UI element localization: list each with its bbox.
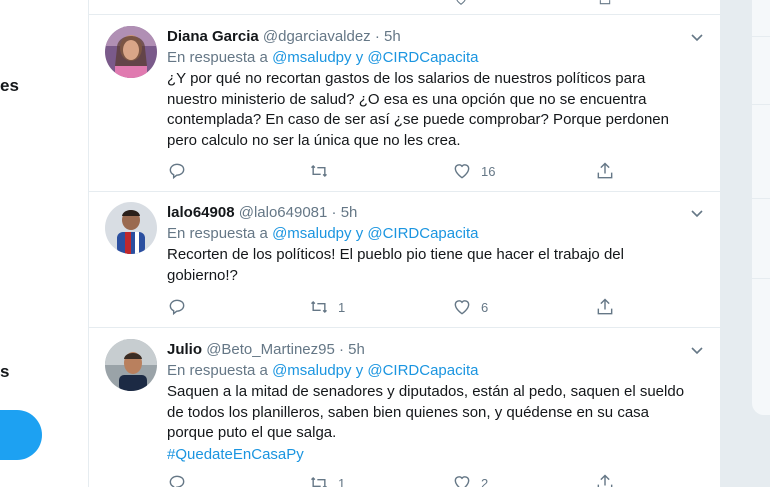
- tweet-text: Recorten de los políticos! El pueblo pio…: [167, 246, 624, 284]
- separator: ·: [331, 204, 337, 221]
- author-handle[interactable]: @lalo649081: [239, 204, 328, 221]
- share-icon: [597, 298, 613, 315]
- card-divider: [752, 278, 770, 279]
- tweet[interactable]: Diana Garcia @dgarciavaldez · 5h En resp…: [89, 14, 721, 192]
- mention-link[interactable]: @msaludpy: [272, 362, 351, 379]
- retweet-button[interactable]: 1: [309, 473, 345, 487]
- retweet-icon: [310, 164, 328, 178]
- timestamp[interactable]: 5h: [341, 204, 358, 221]
- reply-context: En respuesta a @msaludpy y @CIRDCapacita: [167, 224, 697, 244]
- retweet-count: 1: [338, 299, 346, 315]
- avatar[interactable]: [105, 26, 157, 78]
- reply-and: y: [355, 362, 364, 379]
- mention-link[interactable]: @msaludpy: [272, 49, 351, 66]
- reply-timeline: Diana Garcia @dgarciavaldez · 5h En resp…: [88, 0, 722, 487]
- reply-icon: [169, 475, 185, 487]
- tweet-header: Diana Garcia @dgarciavaldez · 5h: [167, 27, 697, 47]
- tweet[interactable]: Julio @Beto_Martinez95 · 5h En respuesta…: [89, 328, 721, 487]
- reply-icon: [169, 163, 185, 180]
- reply-prefix: En respuesta a: [167, 225, 268, 242]
- chevron-down-icon[interactable]: [689, 29, 705, 45]
- card-divider: [752, 198, 770, 199]
- retweet-button[interactable]: 1: [309, 297, 345, 317]
- avatar[interactable]: [105, 339, 157, 391]
- author-name[interactable]: Diana Garcia: [167, 28, 259, 45]
- retweet-icon: [310, 300, 328, 314]
- tweet-actions: 1 6: [167, 297, 627, 319]
- nav-item-label-fragment[interactable]: s: [0, 362, 9, 382]
- retweet-count: 1: [338, 475, 346, 487]
- reply-button[interactable]: [167, 473, 196, 487]
- reply-icon: [169, 299, 185, 316]
- reply-button[interactable]: [167, 161, 196, 181]
- author-handle[interactable]: @dgarciavaldez: [263, 28, 371, 45]
- card-divider: [752, 104, 770, 105]
- separator: ·: [339, 341, 344, 358]
- trends-card: [752, 0, 770, 415]
- author-name[interactable]: lalo64908: [167, 204, 235, 221]
- left-navigation: es s: [0, 0, 88, 487]
- reply-button[interactable]: [167, 297, 196, 317]
- author-name[interactable]: Julio: [167, 341, 202, 358]
- like-count: 6: [481, 299, 489, 315]
- retweet-icon: [310, 476, 328, 487]
- reply-and: y: [355, 49, 364, 66]
- tweet-actions: 1 2: [167, 473, 627, 487]
- chevron-down-icon[interactable]: [689, 205, 705, 221]
- like-count: 2: [481, 475, 489, 487]
- tweet-actions: 16: [167, 161, 627, 183]
- tweet[interactable]: lalo64908 @lalo649081 · 5h En respuesta …: [89, 191, 721, 328]
- like-count: 16: [481, 163, 496, 179]
- author-handle[interactable]: @Beto_Martinez95: [206, 341, 335, 358]
- reply-context: En respuesta a @msaludpy y @CIRDCapacita: [167, 48, 697, 68]
- share-button[interactable]: [595, 297, 615, 317]
- separator: ·: [374, 28, 380, 45]
- share-button[interactable]: [595, 161, 615, 181]
- heart-icon: [454, 164, 470, 179]
- share-button[interactable]: [595, 473, 615, 487]
- timestamp[interactable]: 5h: [384, 28, 401, 45]
- retweet-button[interactable]: [309, 161, 338, 181]
- right-sidebar: [720, 0, 770, 487]
- reply-and: y: [355, 225, 364, 242]
- hashtag-link[interactable]: #QuedateEnCasaPy: [167, 445, 697, 466]
- reply-prefix: En respuesta a: [167, 49, 268, 66]
- share-icon: [597, 162, 613, 179]
- mention-link[interactable]: @CIRDCapacita: [367, 225, 478, 242]
- heart-icon: [454, 300, 470, 315]
- tweet-text: ¿Y por qué no recortan gastos de los sal…: [167, 70, 669, 149]
- previous-tweet-actions: [89, 0, 721, 14]
- card-divider: [752, 36, 770, 37]
- tweet-header: Julio @Beto_Martinez95 · 5h: [167, 340, 697, 360]
- mention-link[interactable]: @CIRDCapacita: [367, 362, 478, 379]
- reply-prefix: En respuesta a: [167, 362, 268, 379]
- like-button[interactable]: 2: [452, 473, 488, 487]
- share-icon: [597, 474, 613, 487]
- timestamp[interactable]: 5h: [348, 341, 365, 358]
- avatar[interactable]: [105, 202, 157, 254]
- tweet-header: lalo64908 @lalo649081 · 5h: [167, 203, 697, 223]
- mention-link[interactable]: @CIRDCapacita: [367, 49, 478, 66]
- mention-link[interactable]: @msaludpy: [272, 225, 351, 242]
- like-button[interactable]: 16: [452, 161, 495, 181]
- tweet-text: Saquen a la mitad de senadores y diputad…: [167, 383, 685, 441]
- like-button[interactable]: 6: [452, 297, 488, 317]
- chevron-down-icon[interactable]: [689, 342, 705, 358]
- reply-context: En respuesta a @msaludpy y @CIRDCapacita: [167, 361, 697, 381]
- tweet-button[interactable]: [0, 410, 42, 460]
- heart-icon[interactable]: [451, 0, 471, 6]
- share-icon[interactable]: [595, 0, 615, 6]
- heart-icon: [454, 476, 470, 487]
- nav-item-label-fragment[interactable]: es: [0, 76, 19, 96]
